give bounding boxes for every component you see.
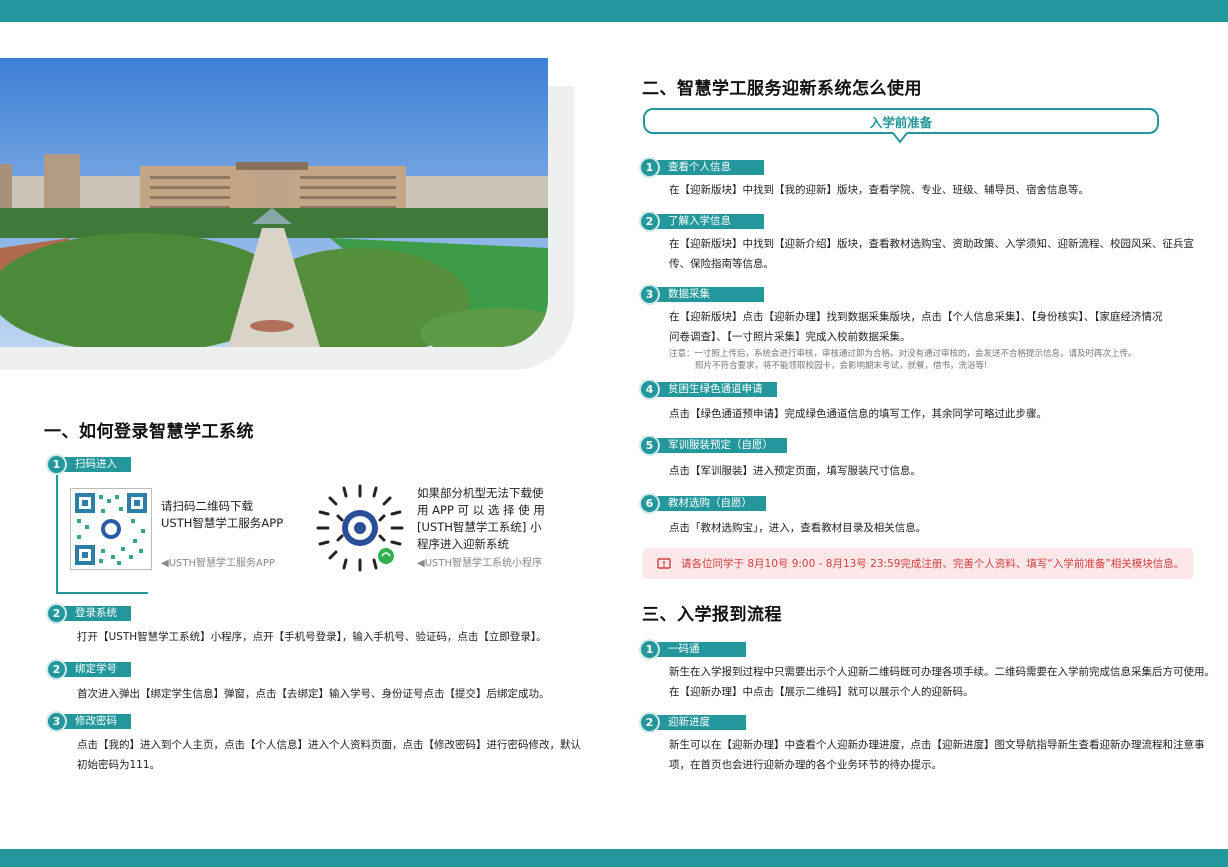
step-password-text: 点击【我的】进入到个人主页，点击【个人信息】进入个人资料页面，点击【修改密码】进… — [77, 735, 581, 775]
banner-pointer — [893, 132, 907, 144]
item-military-uniform: 5 军训服装预定（自愿） — [641, 436, 787, 454]
step-bind-text: 首次进入弹出【绑定学生信息】弹窗，点击【去绑定】输入学号、身份证号点击【提交】后… — [77, 688, 550, 700]
step-number: 1 — [48, 455, 65, 473]
step-connector-line — [56, 592, 148, 594]
step-number: 4 — [641, 380, 658, 398]
text-line: 新生在入学报到过程中只需要出示个人迎新二维码既可办理各项手续。二维码需要在入学前… — [669, 666, 1215, 678]
step-label: 军训服装预定（自愿） — [654, 437, 787, 453]
text-line: 初始密码为111。 — [77, 759, 161, 771]
registration-deadline-alert: 请各位同学于 8月10号 9:00 - 8月13号 23:59完成注册、完善个人… — [643, 548, 1193, 579]
alert-text: 请各位同学于 8月10号 9:00 - 8月13号 23:59完成注册、完善个人… — [681, 558, 1185, 570]
text-line: USTH智慧学工服务APP — [161, 516, 284, 530]
step-label: 迎新进度 — [654, 714, 746, 730]
step-number: 5 — [641, 436, 658, 454]
step-number: 1 — [641, 158, 658, 176]
top-band — [0, 0, 1228, 22]
bottom-band — [0, 849, 1228, 867]
step-label: 贫困生绿色通道申请 — [654, 381, 777, 397]
text-line: 用 APP 可 以 选 择 使 用 — [417, 503, 545, 517]
item-green-channel: 4 贫困生绿色通道申请 — [641, 380, 777, 398]
item-text: 点击【军训服装】进入预定页面，填写服装尺寸信息。 — [669, 465, 921, 477]
section3-title: 三、入学报到流程 — [642, 605, 782, 625]
text-line: 如果部分机型无法下载使 — [417, 486, 544, 500]
section1-title: 一、如何登录智慧学工系统 — [44, 422, 254, 442]
text-line: [USTH智慧学工系统] 小 — [417, 520, 542, 534]
step-bind-student-id: 2 绑定学号 — [48, 660, 131, 678]
step-number: 2 — [48, 660, 65, 678]
campus-photo — [0, 58, 548, 347]
text-line: 请扫码二维码下载 — [161, 499, 253, 513]
photo-upload-note: 注意：一寸照上传后，系统会进行审核，审核通过即为合格。对没有通过审核的，会发送不… — [669, 348, 1137, 372]
step-number: 1 — [641, 640, 658, 658]
step-label: 数据采集 — [654, 286, 764, 302]
step-scan-entry: 1 扫码进入 — [48, 455, 131, 473]
mini-program-qr-code-icon — [314, 482, 406, 574]
text-line: 项，在首页也会进行迎新办理的各个业务环节的待办提示。 — [669, 759, 942, 771]
step-label: 登录系统 — [61, 605, 131, 621]
step-label: 了解入学信息 — [654, 213, 764, 229]
step-label: 查看个人信息 — [654, 159, 764, 175]
item-data-collection: 3 数据采集 — [641, 285, 764, 303]
mini-program-qr-text: 如果部分机型无法下载使 用 APP 可 以 选 择 使 用 [USTH智慧学工系… — [417, 485, 545, 553]
item-text: 点击「教材选购宝」，进入，查看教材目录及相关信息。 — [669, 522, 927, 534]
section2-title: 二、智慧学工服务迎新系统怎么使用 — [642, 79, 922, 99]
item-enrollment-info: 2 了解入学信息 — [641, 212, 764, 230]
step-login: 2 登录系统 — [48, 604, 131, 622]
text-line: 在【迎新版块】中找到【迎新介绍】版块，查看教材选购宝、资助政策、入学须知、迎新流… — [669, 238, 1194, 250]
text-line: 问卷调查】、【一寸照片采集】完成入校前数据采集。 — [669, 331, 911, 343]
step-change-password: 3 修改密码 — [48, 712, 131, 730]
app-qr-caption: ◀USTH智慧学工服务APP — [161, 558, 275, 569]
step-number: 6 — [641, 494, 658, 512]
step-label: 绑定学号 — [61, 661, 131, 677]
text-line: 点击【我的】进入到个人主页，点击【个人信息】进入个人资料页面，点击【修改密码】进… — [77, 739, 581, 751]
step-number: 3 — [641, 285, 658, 303]
text-line: 程序进入迎新系统 — [417, 537, 509, 551]
alert-icon — [657, 557, 671, 569]
item-text: 新生在入学报到过程中只需要出示个人迎新二维码既可办理各项手续。二维码需要在入学前… — [669, 662, 1215, 702]
text-line: 在【迎新版块】点击【迎新办理】找到数据采集版块，点击【个人信息采集】、【身份核实… — [669, 311, 1163, 323]
app-qr-code-icon — [70, 488, 152, 570]
item-text: 在【迎新版块】点击【迎新办理】找到数据采集版块，点击【个人信息采集】、【身份核实… — [669, 307, 1163, 347]
app-qr-text: 请扫码二维码下载 USTH智慧学工服务APP — [161, 498, 283, 532]
text-line: 传、保险指南等信息。 — [669, 258, 774, 270]
step-label: 一码通 — [654, 641, 746, 657]
item-text: 新生可以在【迎新办理】中查看个人迎新办理进度，点击【迎新进度】图文导航指导新生查… — [669, 735, 1205, 775]
step-number: 2 — [641, 212, 658, 230]
step-label: 扫码进入 — [61, 456, 131, 472]
item-text: 在【迎新版块】中找到【迎新介绍】版块，查看教材选购宝、资助政策、入学须知、迎新流… — [669, 234, 1194, 274]
text-line: 照片不符合要求，将不能领取校园卡，会影响期末考试，就餐，借书，洗浴等! — [695, 361, 988, 371]
step-number: 2 — [48, 604, 65, 622]
item-one-code-pass: 1 一码通 — [641, 640, 746, 658]
step-number: 3 — [48, 712, 65, 730]
step-number: 2 — [641, 713, 658, 731]
text-line: 在【迎新办理】中点击【展示二维码】就可以展示个人的迎新码。 — [669, 686, 974, 698]
item-view-personal-info: 1 查看个人信息 — [641, 158, 764, 176]
text-line: 注意：一寸照上传后，系统会进行审核，审核通过即为合格。对没有通过审核的，会发送不… — [669, 349, 1137, 359]
step-login-text: 打开【USTH智慧学工系统】小程序，点开【手机号登录】，输入手机号、验证码，点击… — [77, 631, 547, 643]
mini-program-qr-caption: ◀USTH智慧学工系统小程序 — [417, 558, 542, 569]
pre-enrollment-banner: 入学前准备 — [643, 108, 1159, 134]
item-welcome-progress: 2 迎新进度 — [641, 713, 746, 731]
item-text: 在【迎新版块】中找到【我的迎新】版块，查看学院、专业、班级、辅导员、宿舍信息等。 — [669, 184, 1089, 196]
item-textbook-purchase: 6 教材选购（自愿） — [641, 494, 766, 512]
text-line: 新生可以在【迎新办理】中查看个人迎新办理进度，点击【迎新进度】图文导航指导新生查… — [669, 739, 1205, 751]
step-label: 修改密码 — [61, 713, 131, 729]
step-label: 教材选购（自愿） — [654, 495, 766, 511]
item-text: 点击【绿色通道预申请】完成绿色通道信息的填写工作，其余同学可略过此步骤。 — [669, 408, 1047, 420]
step-connector-line — [56, 472, 58, 594]
